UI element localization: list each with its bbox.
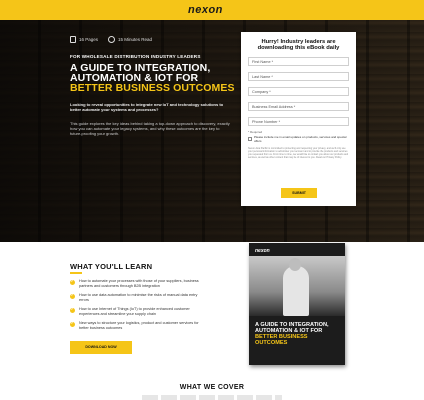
consent-label: Please include me in email updates on pr… — [254, 135, 347, 143]
hero-section: 16 Pages 15 Minutes Read FOR WHOLESALE D… — [0, 20, 424, 242]
download-now-button[interactable]: DOWNLOAD NOW — [70, 341, 132, 354]
top-bar: nexon — [0, 0, 424, 20]
download-form: Hurry! Industry leaders are downloading … — [241, 32, 356, 206]
learn-item-text: New ways to structure your logistics, pr… — [79, 321, 199, 330]
document-icon — [70, 36, 76, 43]
what-we-cover-title: WHAT WE COVER — [179, 384, 245, 391]
company-field[interactable]: Company * — [248, 87, 349, 96]
hero-lead: Looking to reveal opportunities to integ… — [70, 102, 224, 112]
ebook-cover: nexon A GUIDE TO INTEGRATION, AUTOMATION… — [249, 243, 345, 365]
book-title-line5: OUTCOMES — [255, 340, 288, 346]
hero-body: This guide explores the key ideas behind… — [70, 121, 230, 136]
required-note: * Required — [248, 130, 263, 134]
book-title-line3: FOR — [310, 328, 323, 334]
learn-item-text: How to use data automation to minimise t… — [79, 293, 198, 302]
learn-item: How to use Internet of Things (IoT) to p… — [70, 306, 205, 317]
hero-title-line3: BETTER BUSINESS OUTCOMES — [70, 82, 235, 94]
learn-item-text: How to automate your processes with thos… — [79, 279, 199, 288]
pages-meta: 16 Pages — [70, 36, 98, 43]
last-name-field[interactable]: Last Name * — [248, 72, 349, 81]
worker-head — [289, 258, 301, 271]
book-cover-photo — [249, 256, 345, 316]
first-name-field[interactable]: First Name * — [248, 57, 349, 66]
learn-item: New ways to structure your logistics, pr… — [70, 320, 205, 331]
consent-checkbox[interactable] — [248, 136, 252, 141]
check-icon — [70, 292, 75, 299]
learn-item: How to automate your processes with thos… — [70, 278, 205, 289]
hero-eyebrow: FOR WHOLESALE DISTRIBUTION INDUSTRY LEAD… — [70, 54, 201, 59]
check-icon — [70, 306, 75, 313]
landing-page: nexon 16 Pages 15 Minutes Read FOR WHOLE… — [0, 0, 424, 400]
learn-title-underline — [70, 272, 82, 274]
email-field[interactable]: Business Email Address * — [248, 102, 349, 111]
read-time-label: 15 Minutes Read — [118, 37, 153, 42]
hero-title: A GUIDE TO INTEGRATION, AUTOMATION & IOT… — [70, 63, 245, 94]
what-we-cover-subtext — [142, 395, 282, 400]
privacy-legal-text: Nexon Asia Pacific is committed to prote… — [248, 147, 349, 159]
clock-icon — [108, 36, 116, 43]
ebook-meta: 16 Pages 15 Minutes Read — [70, 36, 152, 43]
learn-title: WHAT YOU'LL LEARN — [70, 262, 153, 271]
worker-figure — [283, 266, 309, 316]
book-title: A GUIDE TO INTEGRATION, AUTOMATION & IOT… — [255, 322, 341, 346]
form-title: Hurry! Industry leaders are downloading … — [257, 39, 340, 52]
pages-label: 16 Pages — [79, 37, 99, 42]
submit-button[interactable]: SUBMIT — [281, 188, 317, 198]
read-time-meta: 15 Minutes Read — [108, 36, 152, 43]
book-logo: nexon — [255, 248, 270, 254]
check-icon — [70, 278, 75, 285]
phone-field[interactable]: Phone Number * — [248, 117, 349, 126]
consent-row: Please include me in email updates on pr… — [248, 135, 349, 143]
nexon-logo[interactable]: nexon — [188, 4, 223, 16]
check-icon — [70, 320, 75, 327]
learn-item: How to use data automation to minimise t… — [70, 292, 205, 303]
learn-item-text: How to use Internet of Things (IoT) to p… — [79, 307, 190, 316]
